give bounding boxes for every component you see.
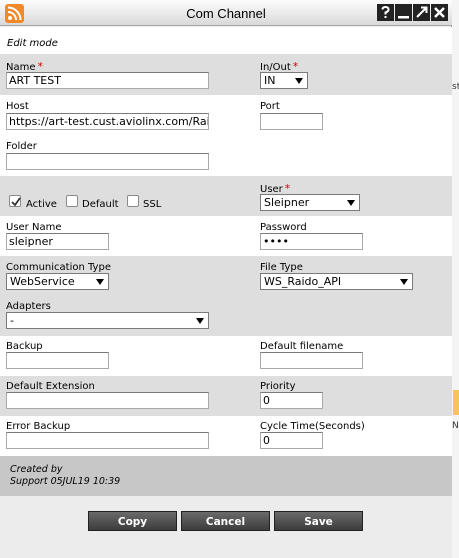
password-input[interactable]: •••• xyxy=(260,233,363,250)
file-type-select[interactable]: WS_Raido_API xyxy=(260,273,413,290)
help-icon[interactable] xyxy=(377,4,394,21)
priority-label: Priority xyxy=(260,381,296,392)
port-label: Port xyxy=(260,101,280,112)
default-extension-label: Default Extension xyxy=(6,381,95,392)
ssl-checkbox[interactable] xyxy=(127,195,139,207)
folder-label: Folder xyxy=(6,141,37,152)
user-name-label: User Name xyxy=(6,222,62,233)
backup-input[interactable] xyxy=(6,352,109,369)
folder-input[interactable] xyxy=(6,153,209,170)
adapters-label: Adapters xyxy=(6,301,51,312)
user-select[interactable]: Sleipner xyxy=(260,194,360,211)
communication-type-select[interactable]: WebService xyxy=(6,273,109,290)
active-checkbox[interactable] xyxy=(9,195,21,207)
cycle-time-input[interactable]: 0 xyxy=(260,432,323,449)
mode-band xyxy=(0,27,452,54)
adapters-select[interactable]: - xyxy=(6,312,209,329)
port-input[interactable] xyxy=(260,113,323,130)
chevron-down-icon xyxy=(295,78,303,84)
error-backup-input[interactable] xyxy=(6,432,209,449)
communication-type-label: Communication Type xyxy=(6,262,111,273)
chevron-down-icon xyxy=(96,279,104,285)
save-button[interactable]: Save xyxy=(274,511,363,531)
copy-button[interactable]: Copy xyxy=(88,511,177,531)
in-out-value: IN xyxy=(264,74,276,87)
dialog-titlebar[interactable]: Com Channel xyxy=(0,0,452,26)
default-filename-label: Default filename xyxy=(260,341,344,352)
host-input[interactable]: https://art-test.cust.aviolinx.com/Raido… xyxy=(6,113,209,130)
name-input[interactable]: ART TEST xyxy=(6,72,209,89)
cancel-button[interactable]: Cancel xyxy=(181,511,270,531)
communication-type-value: WebService xyxy=(10,275,75,288)
backup-label: Backup xyxy=(6,341,43,352)
priority-input[interactable]: 0 xyxy=(260,392,323,409)
chevron-down-icon xyxy=(196,318,204,324)
default-checkbox[interactable] xyxy=(66,195,78,207)
default-filename-input[interactable] xyxy=(260,352,363,369)
in-out-select[interactable]: IN xyxy=(260,72,308,89)
error-backup-label: Error Backup xyxy=(6,421,71,432)
default-extension-input[interactable] xyxy=(6,392,209,409)
minimize-icon[interactable] xyxy=(395,4,412,21)
com-channel-dialog: Com Channel Edit mode Name * ART TEST In… xyxy=(0,0,452,558)
maximize-icon[interactable] xyxy=(413,4,430,21)
background-text-fragment: st xyxy=(452,82,459,92)
user-value: Sleipner xyxy=(264,196,310,209)
ssl-label: SSL xyxy=(143,199,162,210)
checkmark-icon xyxy=(11,197,21,207)
close-icon[interactable] xyxy=(431,4,448,21)
active-label: Active xyxy=(26,199,57,210)
user-name-input[interactable]: sleipner xyxy=(6,233,109,250)
created-by-label: Created by xyxy=(10,464,63,475)
file-type-label: File Type xyxy=(260,262,303,273)
background-text-fragment: No xyxy=(452,421,459,431)
edit-mode-label: Edit mode xyxy=(7,38,58,49)
chevron-down-icon xyxy=(400,279,408,285)
cycle-time-label: Cycle Time(Seconds) xyxy=(260,421,365,432)
created-by-value: Support 05JUL19 10:39 xyxy=(10,476,121,487)
password-label: Password xyxy=(260,222,307,233)
host-label: Host xyxy=(6,101,29,112)
chevron-down-icon xyxy=(347,200,355,206)
file-type-value: WS_Raido_API xyxy=(264,275,342,288)
background-highlight xyxy=(453,390,459,415)
adapters-value: - xyxy=(10,314,14,327)
default-label: Default xyxy=(82,199,119,210)
